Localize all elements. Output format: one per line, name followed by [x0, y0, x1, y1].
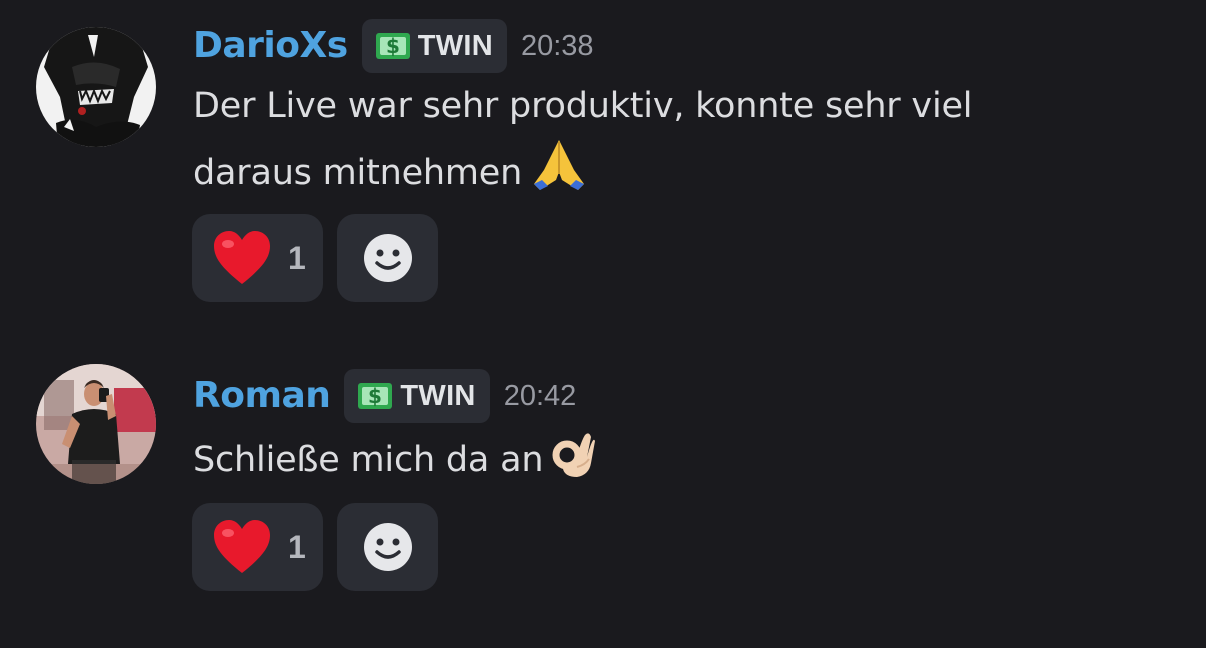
heart-emoji — [214, 520, 270, 573]
smiley-add-reaction-icon — [363, 523, 412, 571]
message-header: DarioXs $ TWIN 20:38 — [193, 18, 594, 74]
message-content: Der Live war sehr produktiv, konnte sehr… — [193, 77, 1153, 203]
role-tag[interactable]: $ TWIN — [361, 19, 507, 73]
user-avatar[interactable] — [36, 364, 156, 484]
role-tag-label: TWIN — [417, 29, 493, 62]
timestamp: 20:38 — [520, 29, 594, 62]
dollar-banknote-icon: $ — [375, 33, 410, 59]
add-reaction-button[interactable] — [337, 214, 438, 302]
reactions-bar: 1 — [192, 214, 438, 302]
svg-text:$: $ — [386, 34, 400, 58]
dollar-banknote-icon: $ — [358, 383, 393, 409]
ok-hand-emoji — [552, 433, 596, 477]
reaction-heart[interactable]: 1 — [192, 503, 323, 591]
username[interactable]: DarioXs — [193, 28, 348, 64]
user-avatar[interactable] — [36, 27, 156, 147]
message-text-line: daraus mitnehmen — [193, 153, 523, 193]
message-text-line: Schließe mich da an — [193, 440, 544, 480]
smiley-add-reaction-icon — [363, 234, 412, 282]
reaction-heart[interactable]: 1 — [192, 214, 323, 302]
reaction-count: 1 — [288, 239, 306, 276]
add-reaction-button[interactable] — [337, 503, 438, 591]
username[interactable]: Roman — [193, 378, 331, 414]
chat-message-list: DarioXs $ TWIN 20:38 Der Live war sehr p… — [0, 0, 1206, 648]
message-header: Roman $ TWIN 20:42 — [193, 368, 576, 424]
heart-emoji — [214, 231, 270, 284]
svg-text:$: $ — [368, 384, 382, 408]
message-content: Schließe mich da an — [193, 427, 1153, 490]
timestamp: 20:42 — [503, 379, 577, 412]
role-tag-label: TWIN — [400, 379, 476, 412]
message-text-line: Der Live war sehr produktiv, konnte sehr… — [193, 86, 973, 126]
reaction-count: 1 — [288, 528, 306, 565]
folded-hands-emoji — [534, 140, 585, 190]
role-tag[interactable]: $ TWIN — [344, 369, 490, 423]
reactions-bar: 1 — [192, 503, 438, 591]
